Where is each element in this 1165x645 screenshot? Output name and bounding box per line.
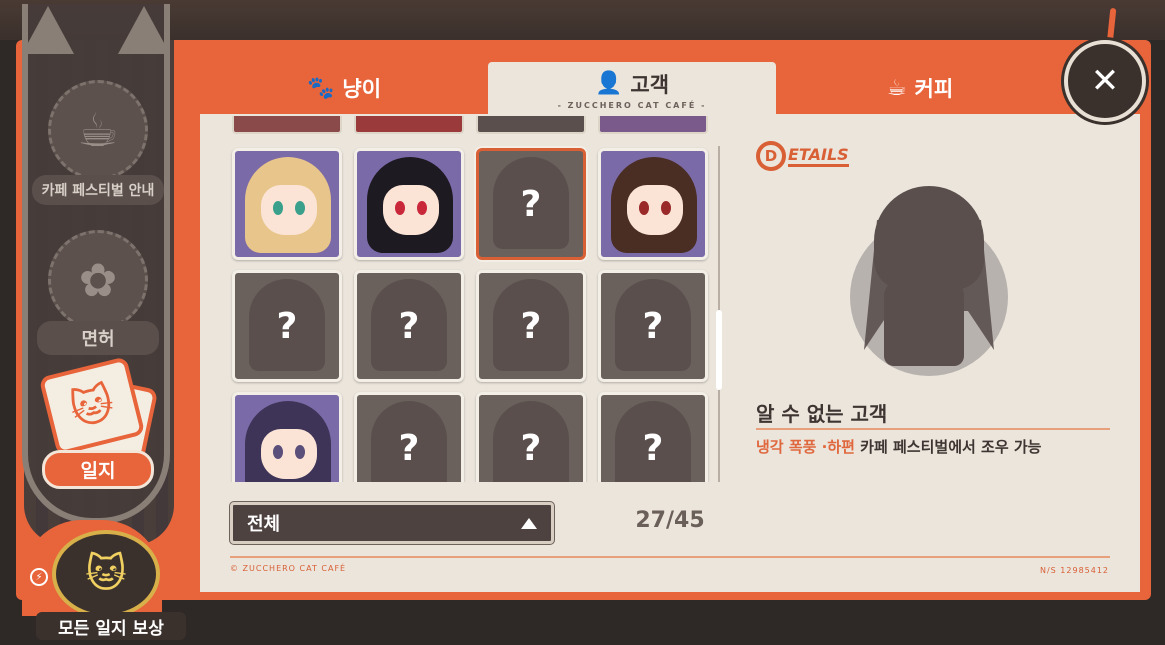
footer-brand: © ZUCCHERO CAT CAFÉ	[230, 564, 347, 573]
question-mark: ?	[642, 305, 664, 347]
portrait-eye	[661, 201, 671, 215]
portrait-eye	[273, 201, 283, 215]
scrollbar-thumb[interactable]	[716, 310, 722, 390]
customer-card[interactable]	[232, 148, 342, 260]
customer-card-unknown[interactable]: ?	[598, 270, 708, 382]
collection-count: 27/45	[635, 508, 705, 533]
sidebar-item-license[interactable]: ✿ 면허	[30, 230, 166, 355]
portrait-eye	[417, 201, 427, 215]
portrait-face	[261, 429, 317, 479]
tab-subtitle: - ZUCCHERO CAT CAFÉ -	[557, 100, 707, 110]
tab-label: 커피	[914, 77, 954, 101]
question-mark: ?	[520, 183, 542, 225]
character-silhouette-body	[884, 280, 964, 366]
sidebar-item-label: 카페 페스티벌 안내	[31, 175, 165, 205]
sidebar-item-label: 면허	[37, 321, 159, 355]
question-mark: ?	[398, 427, 420, 469]
complete-reward-badge[interactable]: 🐱	[52, 530, 160, 618]
customer-card-unknown[interactable]: ?	[354, 270, 464, 382]
customer-card-unknown[interactable]: ?	[476, 392, 586, 482]
filter-dropdown[interactable]: 전체	[230, 502, 554, 544]
portrait-face	[383, 185, 439, 235]
customer-name: 알 수 없는 고객	[756, 402, 888, 426]
customer-card-unknown[interactable]: ?	[232, 270, 342, 382]
bolt-icon: ⚡	[30, 568, 48, 586]
paw-icon: 🐾	[306, 75, 335, 101]
portrait-face	[627, 185, 683, 235]
portrait-eye	[639, 201, 649, 215]
cat-cup-icon: ✿	[48, 230, 148, 330]
tab-customers[interactable]: 👤 고객 - ZUCCHERO CAT CAFÉ -	[488, 62, 776, 116]
portrait-face	[261, 185, 317, 235]
customer-card-unknown[interactable]: ?	[476, 148, 586, 260]
question-mark: ?	[520, 305, 542, 347]
triangle-up-icon	[521, 517, 537, 529]
cat-guide-icon: ☕	[48, 80, 148, 180]
portrait-eye	[295, 201, 305, 215]
all-diary-reward-button[interactable]: 모든 일지 보상	[36, 612, 186, 640]
details-d-icon: D	[756, 141, 786, 171]
portrait-eye	[273, 445, 283, 459]
question-mark: ?	[398, 305, 420, 347]
person-icon: 👤	[594, 71, 623, 96]
tab-label: 고객	[630, 72, 670, 97]
portrait-eye	[395, 201, 405, 215]
sidebar-item-label: 일지	[41, 450, 155, 489]
tab-cats[interactable]: 🐾 냥이	[200, 62, 488, 114]
background-top	[0, 0, 1165, 40]
filter-value: 전체	[247, 514, 281, 535]
diary-icon: 🐱	[38, 356, 159, 469]
customer-card-unknown[interactable]: ?	[598, 392, 708, 482]
customer-card[interactable]	[232, 392, 342, 482]
details-divider	[756, 428, 1110, 430]
sidebar-item-festival-guide[interactable]: ☕ 카페 페스티벌 안내	[30, 80, 166, 205]
character-silhouette-head	[874, 186, 984, 290]
customer-description: 냉각 폭풍 ·하편 카페 페스티벌에서 조우 가능	[756, 438, 1042, 456]
question-mark: ?	[642, 427, 664, 469]
customer-card-unknown[interactable]: ?	[476, 270, 586, 382]
coffee-icon: ☕	[886, 75, 907, 101]
question-mark: ?	[520, 427, 542, 469]
footer-divider	[230, 556, 1110, 558]
customer-grid: ????????	[228, 116, 714, 482]
close-icon: ✕	[1090, 61, 1120, 101]
customer-card[interactable]	[598, 148, 708, 260]
details-logo: D ETAILS	[756, 140, 849, 172]
cat-ear-right	[118, 6, 170, 54]
grid-peek-row	[228, 116, 714, 134]
tab-bar: 🐾 냥이 👤 고객 - ZUCCHERO CAT CAFÉ - ☕ 커피	[200, 52, 1140, 116]
footer-serial: N/S 12985412	[1040, 566, 1110, 575]
sidebar-item-diary[interactable]: 🐱 일지	[30, 356, 166, 489]
question-mark: ?	[276, 305, 298, 347]
tab-coffee[interactable]: ☕ 커피	[776, 62, 1064, 114]
portrait-eye	[295, 445, 305, 459]
customer-card[interactable]	[354, 148, 464, 260]
cat-ear-left	[22, 6, 74, 54]
customer-card-unknown[interactable]: ?	[354, 392, 464, 482]
tab-label: 냥이	[342, 77, 382, 101]
close-button[interactable]: ✕	[1064, 40, 1146, 122]
